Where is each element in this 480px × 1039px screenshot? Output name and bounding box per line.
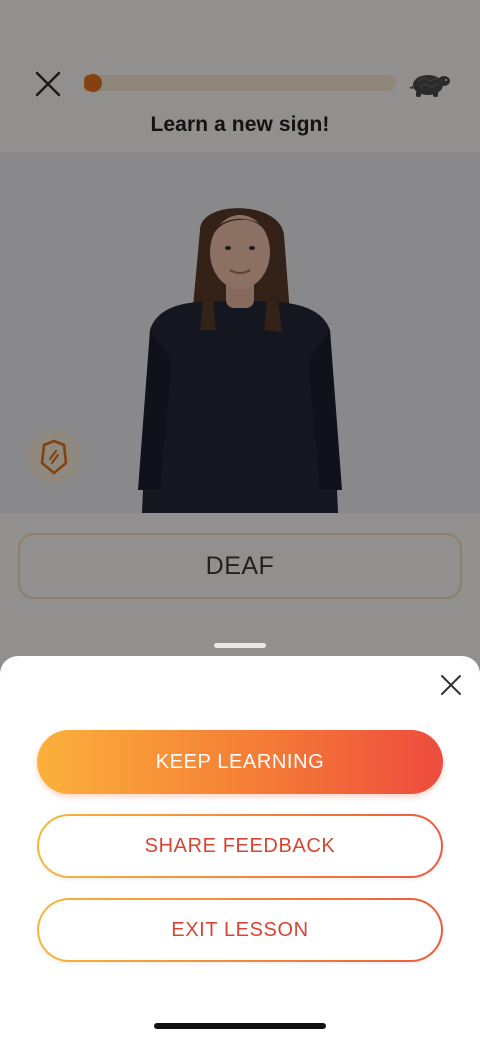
close-icon <box>441 675 461 695</box>
sheet-close-button[interactable] <box>434 668 468 702</box>
exit-options-sheet: KEEP LEARNING SHARE FEEDBACK EXIT LESSON <box>0 656 480 1039</box>
home-indicator[interactable] <box>154 1023 326 1029</box>
keep-learning-button[interactable]: KEEP LEARNING <box>37 730 443 794</box>
exit-lesson-button[interactable]: EXIT LESSON <box>37 898 443 962</box>
sheet-grabber[interactable] <box>214 643 266 648</box>
share-feedback-button[interactable]: SHARE FEEDBACK <box>37 814 443 878</box>
